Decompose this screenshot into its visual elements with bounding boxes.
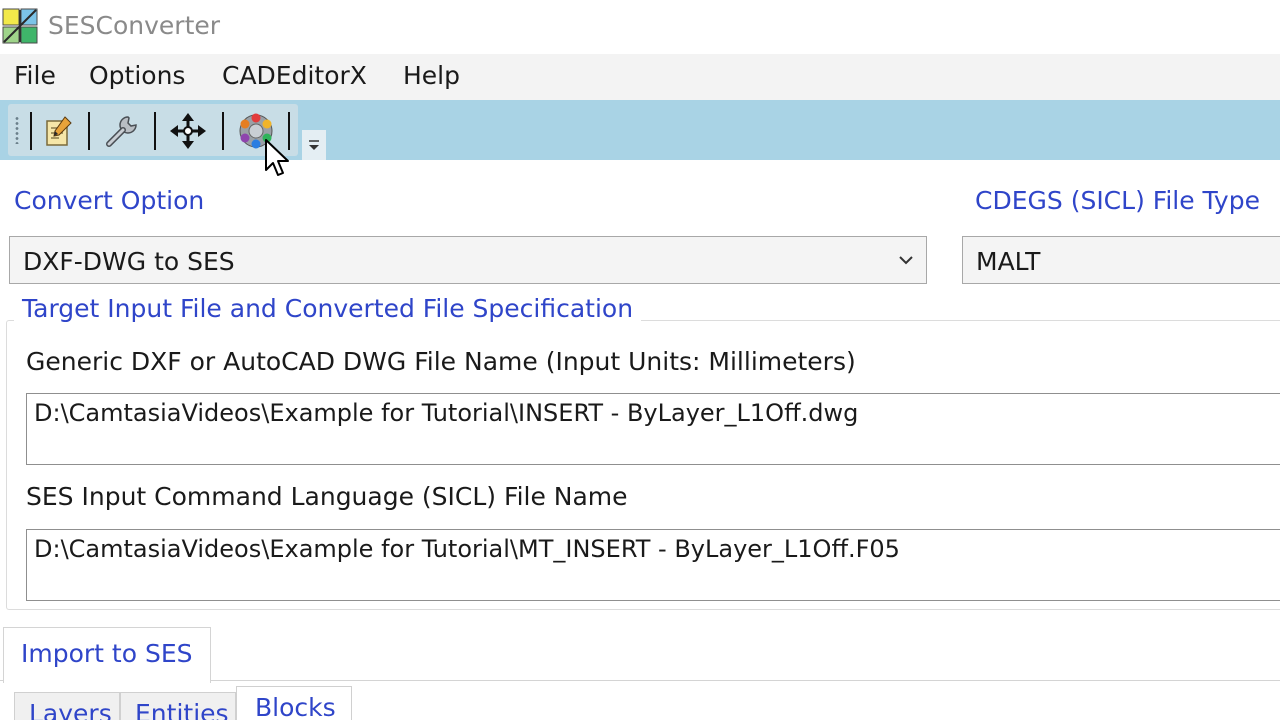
file-type-select[interactable]: MALT <box>962 236 1280 284</box>
toolbar-overflow-button[interactable] <box>302 130 326 160</box>
tab-import-to-ses[interactable]: Import to SES <box>3 627 211 683</box>
convert-option-label: Convert Option <box>14 186 205 215</box>
toolbar-separator <box>154 112 156 150</box>
toolbar-separator <box>30 112 32 150</box>
output-file-label: SES Input Command Language (SICL) File N… <box>26 482 628 511</box>
convert-option-value: DXF-DWG to SES <box>23 247 235 276</box>
color-wheel-icon <box>239 113 273 149</box>
menu-help[interactable]: Help <box>403 61 460 90</box>
toolbar-overflow-icon <box>309 140 319 150</box>
tab-layers[interactable]: Layers <box>14 692 120 720</box>
toolbar-separator <box>222 112 224 150</box>
app-logo-icon <box>2 8 38 44</box>
title-bar: SESConverter <box>0 0 1280 54</box>
move-arrows-icon <box>170 113 206 149</box>
input-file-field[interactable]: D:\CamtasiaVideos\Example for Tutorial\I… <box>26 393 1280 465</box>
menu-options[interactable]: Options <box>89 61 185 90</box>
edit-document-icon <box>46 116 72 146</box>
ses-converter-window: SESConverter File Options CADEditorX Hel… <box>0 0 1280 720</box>
input-file-label: Generic DXF or AutoCAD DWG File Name (In… <box>26 347 856 376</box>
convert-option-select[interactable]: DXF-DWG to SES <box>9 236 927 284</box>
tab-entities[interactable]: Entities <box>120 692 236 720</box>
menu-bar: File Options CADEditorX Help <box>0 54 1280 100</box>
output-file-field[interactable]: D:\CamtasiaVideos\Example for Tutorial\M… <box>26 529 1280 601</box>
toolbar-grip-handle[interactable] <box>14 116 20 144</box>
window-title: SESConverter <box>48 11 221 40</box>
wrench-icon <box>106 116 137 147</box>
tab-import-to-ses-label: Import to SES <box>21 639 193 668</box>
tab-layers-label: Layers <box>29 699 112 720</box>
tab-entities-label: Entities <box>135 699 229 720</box>
target-file-group-title: Target Input File and Converted File Spe… <box>14 294 642 323</box>
file-type-label: CDEGS (SICL) File Type <box>975 186 1260 215</box>
menu-file[interactable]: File <box>14 61 56 90</box>
tab-blocks[interactable]: Blocks <box>236 686 352 720</box>
move-button[interactable] <box>166 110 210 152</box>
tab-blocks-label: Blocks <box>255 693 336 720</box>
edit-document-button[interactable] <box>36 110 80 152</box>
toolstrip <box>8 104 298 156</box>
toolbar-separator <box>88 112 90 150</box>
color-options-button[interactable] <box>234 110 278 152</box>
file-type-value: MALT <box>976 247 1041 276</box>
toolbar-separator <box>288 112 290 150</box>
settings-button[interactable] <box>100 110 144 152</box>
toolbar <box>0 100 1280 160</box>
menu-cadeditorx[interactable]: CADEditorX <box>222 61 367 90</box>
chevron-down-icon <box>899 256 913 265</box>
